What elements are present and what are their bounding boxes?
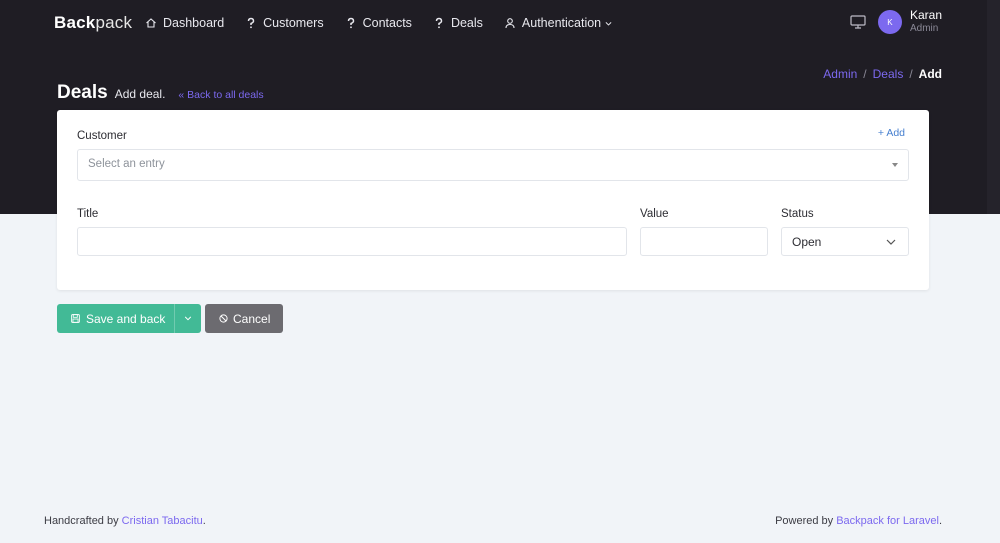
save-button-main[interactable]: Save and back [57,304,174,333]
caret-down-icon [892,163,898,167]
nav-item-dashboard[interactable]: Dashboard [145,16,224,30]
footer-left-prefix: Handcrafted by [44,515,122,527]
nav-item-contacts[interactable]: Contacts [345,16,412,30]
question-icon [347,17,354,29]
footer-right-suffix: . [938,515,942,527]
breadcrumb-separator: / [909,67,913,81]
nav-item-label: Customers [263,16,324,30]
chevron-down-icon [605,21,612,26]
footer-right-prefix: Powered by [775,515,837,527]
avatar[interactable]: K [877,10,902,34]
nav-item-label: Dashboard [163,16,225,30]
nav-item-label: Authentication [521,16,602,30]
title-input[interactable] [77,227,627,256]
value-label: Value [640,208,669,220]
save-options-toggle[interactable] [175,304,201,333]
save-button-label: Save and back [86,311,166,326]
brand-logo[interactable]: Backpack [54,13,132,33]
save-and-back-button[interactable]: Save and back [57,304,201,333]
ban-icon [219,314,228,323]
footer-left-suffix: . [202,515,206,527]
question-icon [435,17,443,29]
page-subtitle: Add deal. [114,87,166,101]
scrollbar-top-track [987,0,1000,214]
add-customer-link[interactable]: + Add [878,127,905,139]
monitor-icon[interactable] [850,15,866,29]
status-selected-value: Open [792,235,822,249]
breadcrumb-admin[interactable]: Admin [823,67,857,81]
customer-label: Customer [77,130,127,142]
top-navbar: Backpack Dashboard Customers Contacts De… [0,0,987,46]
footer-powered-by: Powered by Backpack for Laravel. [775,515,942,527]
user-info[interactable]: Karan Admin [910,9,942,35]
footer-credits: Handcrafted by Cristian Tabacitu. [44,515,206,527]
brand-bold-text: Back [54,13,96,32]
brand-rest-text: pack [95,13,133,32]
status-label: Status [781,208,814,220]
save-icon [71,314,80,323]
customer-select[interactable]: Select an entry [77,149,909,181]
breadcrumb-active: Add [918,67,942,81]
page-heading: Deals Add deal. « Back to all deals [57,82,264,104]
nav-item-label: Deals [450,16,483,30]
title-label: Title [77,208,99,220]
nav-item-label: Contacts [362,16,412,30]
nav-item-deals[interactable]: Deals [433,16,483,30]
back-to-all-deals-link[interactable]: « Back to all deals [178,89,263,101]
breadcrumb-deals[interactable]: Deals [873,67,904,81]
cancel-button[interactable]: Cancel [205,304,283,333]
nav-item-customers[interactable]: Customers [245,16,324,30]
backpack-link[interactable]: Backpack for Laravel [836,515,939,527]
author-link[interactable]: Cristian Tabacitu [122,515,203,527]
customer-select-placeholder: Select an entry [88,158,165,170]
home-icon [146,18,156,28]
main-menu: Dashboard Customers Contacts Deals Authe… [145,16,634,30]
page-title: Deals [57,82,108,103]
breadcrumb: Admin / Deals / Add [823,67,942,81]
user-area: K Karan Admin [850,9,942,35]
value-input[interactable] [640,227,768,256]
status-select[interactable]: Open [781,227,909,256]
user-icon [505,18,515,29]
avatar-initial: K [887,17,893,27]
user-name: Karan [909,8,942,22]
breadcrumb-separator: / [863,67,867,81]
cancel-button-label: Cancel [233,311,271,326]
question-icon [247,17,255,29]
chevron-down-icon [184,316,192,321]
form-card: Customer + Add Select an entry Title Val… [57,110,929,290]
user-role: Admin [909,23,939,34]
chevron-down-icon [886,239,896,245]
nav-item-authentication[interactable]: Authentication [504,16,613,30]
